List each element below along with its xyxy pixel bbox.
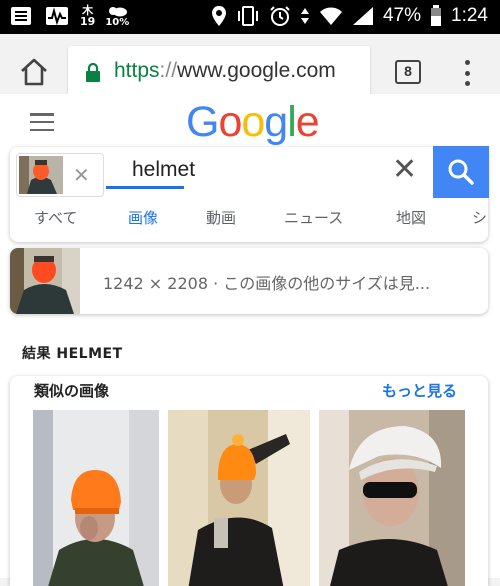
battery-percent: 47% xyxy=(382,5,422,26)
query-image-thumbnail xyxy=(19,156,63,194)
query-image-thumbnail-large xyxy=(10,248,80,314)
battery-icon xyxy=(431,5,442,26)
url-scheme: https xyxy=(114,59,160,82)
logo-letter: g xyxy=(264,98,288,146)
home-button[interactable] xyxy=(18,56,50,88)
remove-image-icon[interactable]: ✕ xyxy=(73,163,90,187)
cloud-sun-icon xyxy=(109,6,128,16)
clear-search-icon[interactable]: ✕ xyxy=(392,152,417,187)
logo-letter: G xyxy=(186,98,219,146)
wifi-icon xyxy=(319,7,342,25)
search-query-text[interactable]: helmet xyxy=(132,158,195,182)
alarm-icon xyxy=(270,6,290,26)
logo-letter: l xyxy=(287,98,297,146)
status-bar: 木 19 10% 47% 1:24 xyxy=(0,0,500,34)
tab-news[interactable]: ニュース xyxy=(284,207,343,228)
signal-icon xyxy=(352,7,373,25)
similar-image-1[interactable] xyxy=(33,410,159,586)
menu-dot xyxy=(464,60,470,65)
url-text: https://www.google.com xyxy=(114,59,336,83)
image-size-text: 1242 × 2208 · この画像の他のサイズは見... xyxy=(103,274,431,293)
activity-monitor-icon xyxy=(44,4,70,28)
notes-icon xyxy=(8,4,34,28)
google-page: Google ✕ helmet ✕ すべて 画像 動画 ニュース 地図 シ 12… xyxy=(0,94,500,586)
query-image-chip[interactable]: ✕ xyxy=(16,153,104,197)
menu-dot xyxy=(464,70,470,76)
date-label: 19 xyxy=(80,15,96,28)
tab-maps[interactable]: 地図 xyxy=(396,207,426,228)
menu-dot xyxy=(464,81,470,86)
tab-switcher-button[interactable]: 8 xyxy=(395,60,421,84)
search-button[interactable] xyxy=(433,146,489,198)
rain-chance: 10% xyxy=(105,16,130,28)
weather-indicator: 10% xyxy=(105,5,129,28)
calendar-day: 木 19 xyxy=(80,5,95,27)
best-guess-label: 結果 HELMET xyxy=(22,346,123,362)
logo-letter: o xyxy=(241,98,265,146)
tab-all[interactable]: すべて xyxy=(34,207,77,228)
data-transfer-icon xyxy=(300,8,309,24)
search-tabs: すべて 画像 動画 ニュース 地図 シ xyxy=(10,200,488,242)
active-tab-indicator xyxy=(106,186,184,189)
similar-images-title: 類似の画像 xyxy=(34,382,110,400)
home-icon xyxy=(21,58,47,86)
tab-videos[interactable]: 動画 xyxy=(206,207,236,228)
url-separator: :// xyxy=(159,59,178,82)
tab-more-cutoff[interactable]: シ xyxy=(472,207,487,228)
logo-letter: o xyxy=(218,98,242,146)
google-logo[interactable]: Google xyxy=(186,98,320,147)
search-box: ✕ helmet ✕ すべて 画像 動画 ニュース 地図 シ xyxy=(10,146,489,242)
vibrate-icon xyxy=(237,6,258,26)
similar-images-card: 類似の画像 もっと見る xyxy=(10,376,488,586)
url-host: www.google.com xyxy=(177,59,336,82)
logo-letter: e xyxy=(295,98,320,146)
browser-menu-button[interactable] xyxy=(462,60,472,86)
tab-images[interactable]: 画像 xyxy=(128,207,158,228)
location-icon xyxy=(211,6,226,26)
search-icon xyxy=(448,159,474,185)
hamburger-menu-icon[interactable] xyxy=(30,113,54,131)
lock-icon xyxy=(86,62,100,82)
more-similar-link[interactable]: もっと見る xyxy=(382,380,457,401)
similar-image-3[interactable] xyxy=(319,410,465,586)
image-size-card[interactable]: 1242 × 2208 · この画像の他のサイズは見... xyxy=(10,248,488,314)
address-bar[interactable]: https://www.google.com xyxy=(68,46,370,98)
similar-image-2[interactable] xyxy=(168,410,310,586)
clock: 1:24 xyxy=(451,5,488,26)
